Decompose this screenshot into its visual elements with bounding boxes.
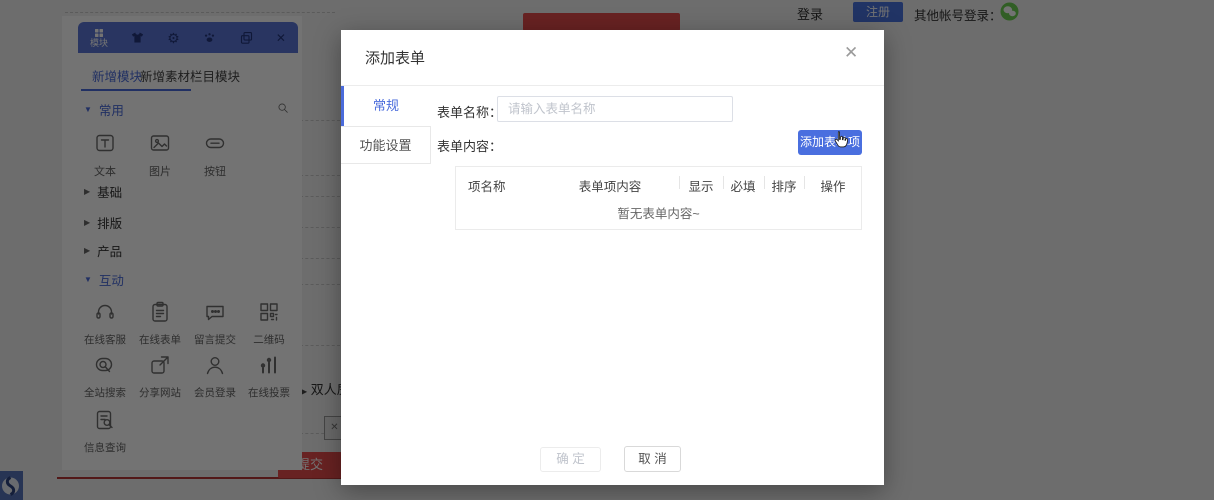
add-form-item-button[interactable]: 添加表单项 — [798, 130, 862, 155]
header-separator — [679, 176, 680, 189]
modal-tab-general[interactable]: 常规 — [341, 86, 431, 126]
close-icon[interactable]: ✕ — [844, 43, 858, 63]
editor-root: 登录 注册 其他帐号登录： ▶ 双人房 ✕ 提交 — [0, 0, 1214, 500]
col-header-display: 显示 — [688, 180, 714, 194]
modal-title: 添加表单 — [365, 50, 426, 67]
cancel-button[interactable]: 取 消 — [624, 446, 681, 472]
table-empty-text: 暂无表单内容~ — [617, 207, 700, 221]
col-header-action: 操作 — [820, 180, 846, 194]
add-form-modal: 添加表单 ✕ 常规 功能设置 表单名称： 表单内容： 添加表单项 项名称 表单项… — [341, 30, 884, 485]
form-name-input[interactable] — [497, 96, 733, 122]
col-header-sort: 排序 — [771, 180, 797, 194]
form-items-table: 项名称 表单项内容 显示 必填 排序 操作 暂无表单内容~ — [455, 166, 862, 230]
modal-tab-function-settings[interactable]: 功能设置 — [341, 126, 431, 164]
header-separator — [723, 176, 724, 189]
header-separator — [804, 176, 805, 189]
form-content-label: 表单内容： — [437, 139, 503, 154]
hand-cursor-icon — [831, 130, 851, 155]
confirm-button[interactable]: 确 定 — [540, 447, 601, 472]
header-separator — [764, 176, 765, 189]
form-name-label: 表单名称： — [437, 105, 503, 120]
col-header-required: 必填 — [730, 180, 756, 194]
col-header-item-content: 表单项内容 — [578, 180, 642, 194]
col-header-item-name: 项名称 — [468, 180, 506, 194]
